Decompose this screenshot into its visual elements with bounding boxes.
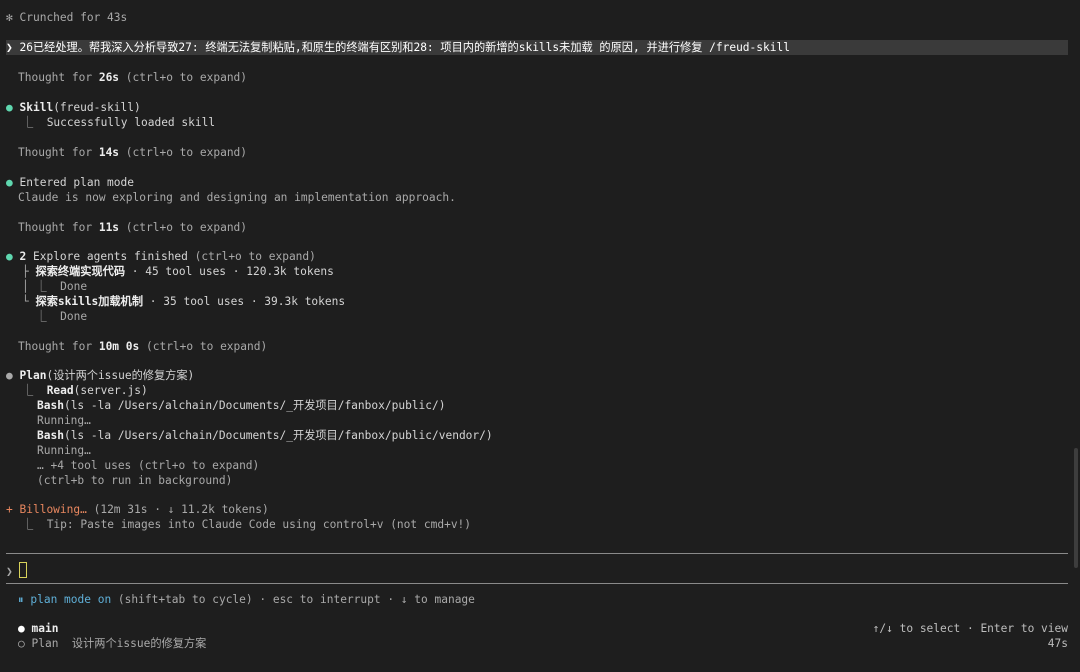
task-main-label: main (31, 622, 59, 635)
step-arg: (ls -la /Users/alchain/Documents/_开发项目/f… (63, 429, 493, 442)
spinner-word: Billowing… (19, 503, 87, 516)
crunched-text: Crunched for 43s (19, 11, 128, 24)
thought-duration: 26s (98, 71, 120, 84)
tree-branch-icon: ⎿ (22, 116, 34, 129)
tool-name: Skill (19, 101, 54, 114)
thought-line-3[interactable]: Thought for 11s (ctrl+o to expand) (18, 220, 247, 235)
spinner-stats: (12m 31s · ↓ 11.2k tokens) (86, 503, 269, 516)
agent-name: 探索skills加载机制 (35, 295, 144, 308)
thought-label: Thought for (18, 221, 99, 234)
thought-duration: 11s (98, 221, 120, 234)
spinner-icon: + (6, 503, 13, 516)
plan-mode-desc: Claude is now exploring and designing an… (18, 191, 456, 204)
tree-branch-icon: └ (22, 295, 29, 308)
plan-step: Bash(ls -la /Users/alchain/Documents/_开发… (37, 428, 493, 443)
tip-text: Tip: Paste images into Claude Code using… (46, 518, 472, 531)
plan-step: ⎿ Read(server.js) (22, 383, 148, 398)
input-top-border (6, 553, 1068, 554)
crunched-status: ✻ Crunched for 43s (6, 10, 127, 25)
text-cursor (18, 562, 27, 578)
prompt-chevron-icon: ❯ (6, 565, 13, 578)
bullet-icon: ● (6, 101, 13, 114)
bullet-icon: ● (6, 250, 13, 263)
spinner-status: + Billowing… (12m 31s · ↓ 11.2k tokens) (6, 502, 269, 517)
skill-result-text: Successfully loaded skill (46, 116, 216, 129)
tip-line: ⎿ Tip: Paste images into Claude Code usi… (22, 517, 471, 532)
tool-arg: (freud-skill) (53, 101, 141, 114)
skill-call: ● Skill(freud-skill) (6, 100, 141, 115)
task-main[interactable]: ● main (18, 621, 58, 636)
tree-branch-icon: ├ (22, 265, 29, 278)
tree-branch-icon: │ ⎿ (22, 280, 47, 293)
prompt-chevron-icon: ❯ (6, 41, 13, 54)
run-in-background-hint: (ctrl+b to run in background) (37, 474, 233, 487)
thought-line-2[interactable]: Thought for 14s (ctrl+o to expand) (18, 145, 247, 160)
agent-item: └ 探索skills加载机制 · 35 tool uses · 39.3k to… (22, 294, 345, 309)
step-status: Running… (37, 444, 91, 457)
tree-branch-icon: ⎿ (22, 518, 34, 531)
step-tool: Bash (37, 429, 64, 442)
agent-status: │ ⎿ Done (22, 279, 87, 294)
expand-hint: (ctrl+o to expand) (119, 146, 248, 159)
bullet-icon: ● (6, 369, 13, 382)
filled-circle-icon: ● (18, 622, 25, 635)
agents-summary[interactable]: ● 2 Explore agents finished (ctrl+o to e… (6, 249, 316, 264)
mode-hint: (shift+tab to cycle) · esc to interrupt … (111, 593, 475, 606)
thought-line-4[interactable]: Thought for 10m 0s (ctrl+o to expand) (18, 339, 267, 354)
thought-label: Thought for (18, 146, 99, 159)
user-prompt: ❯ 26已经处理。帮我深入分析导致27: 终端无法复制粘贴,和原生的终端有区别和… (6, 40, 790, 55)
thought-duration: 10m 0s (98, 340, 140, 353)
agent-stats: · 35 tool uses · 39.3k tokens (143, 295, 346, 308)
plan-call: ● Plan(设计两个issue的修复方案) (6, 368, 194, 383)
pause-icon: ⏸ (18, 593, 24, 606)
asterisk-icon: ✻ (6, 11, 13, 24)
agent-status-text: Done (60, 280, 88, 293)
thought-label: Thought for (18, 71, 99, 84)
plan-step: Bash(ls -la /Users/alchain/Documents/_开发… (37, 398, 445, 413)
step-status: Running… (37, 414, 91, 427)
elapsed-time: 47s (1047, 637, 1068, 650)
tree-branch-icon: ⎿ (22, 384, 34, 397)
hollow-circle-icon: ○ (18, 637, 25, 650)
step-arg: (server.js) (73, 384, 148, 397)
thought-line-1[interactable]: Thought for 26s (ctrl+o to expand) (18, 70, 247, 85)
agent-stats: · 45 tool uses · 120.3k tokens (125, 265, 334, 278)
plan-mode-entered: ● Entered plan mode (6, 175, 134, 190)
tool-name: Plan (19, 369, 47, 382)
input-prompt[interactable]: ❯ (6, 562, 27, 578)
expand-hint: (ctrl+o to expand) (139, 340, 268, 353)
mode-indicator[interactable]: ⏸ plan mode on (shift+tab to cycle) · es… (18, 592, 475, 607)
agent-status-text: Done (60, 310, 88, 323)
expand-hint: (ctrl+o to expand) (119, 221, 248, 234)
skill-result: ⎿ Successfully loaded skill (22, 115, 215, 130)
tool-arg: (设计两个issue的修复方案) (46, 369, 195, 382)
task-plan[interactable]: ○ Plan 设计两个issue的修复方案 (18, 636, 206, 651)
expand-hint: (ctrl+o to expand) (119, 71, 248, 84)
task-plan-label: Plan 设计两个issue的修复方案 (31, 637, 207, 650)
tree-branch-icon: ⎿ (22, 310, 47, 323)
select-hint: ↑/↓ to select · Enter to view (872, 622, 1068, 635)
step-arg: (ls -la /Users/alchain/Documents/_开发项目/f… (63, 399, 446, 412)
step-tool: Read (46, 384, 74, 397)
thought-duration: 14s (98, 146, 120, 159)
more-tool-uses[interactable]: … +4 tool uses (ctrl+o to expand) (37, 458, 259, 473)
agent-name: 探索终端实现代码 (35, 265, 126, 278)
agent-status: ⎿ Done (22, 309, 87, 324)
user-prompt-text: 26已经处理。帮我深入分析导致27: 终端无法复制粘贴,和原生的终端有区别和28… (19, 41, 790, 54)
plan-mode-title: Entered plan mode (19, 176, 135, 189)
input-bottom-border (6, 583, 1068, 584)
plan-mode-label: plan mode on (30, 593, 112, 606)
expand-hint: (ctrl+o to expand) (187, 250, 316, 263)
thought-label: Thought for (18, 340, 99, 353)
scrollbar[interactable] (1074, 448, 1078, 568)
agent-item: ├ 探索终端实现代码 · 45 tool uses · 120.3k token… (22, 264, 334, 279)
bullet-icon: ● (6, 176, 13, 189)
step-tool: Bash (37, 399, 64, 412)
agents-title: Explore agents finished (26, 250, 188, 263)
